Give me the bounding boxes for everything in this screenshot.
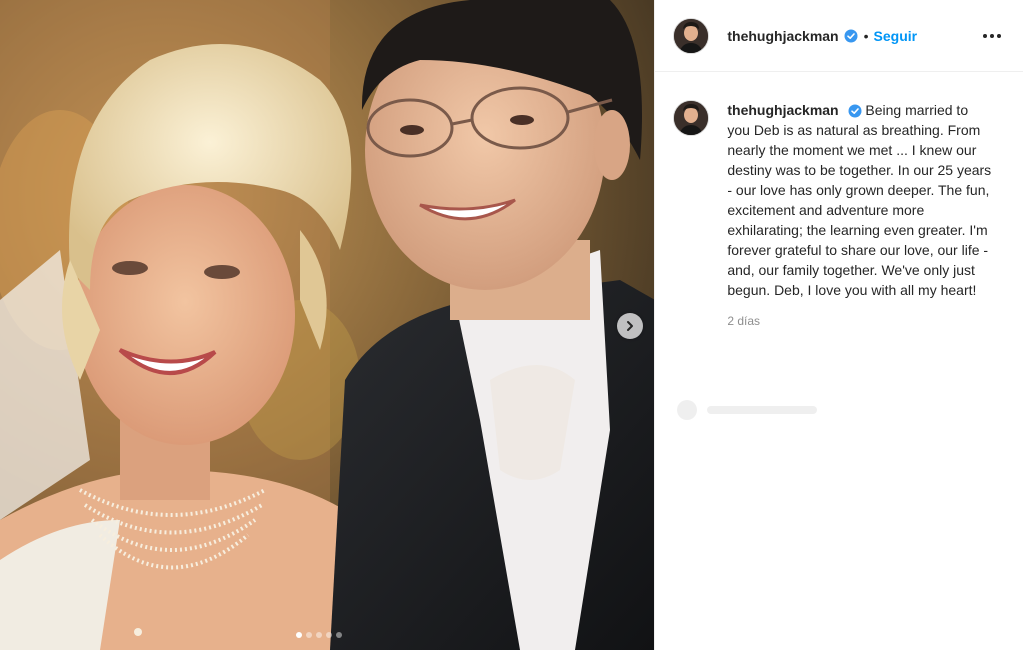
avatar-image [674,18,709,53]
carousel-dot [296,632,302,638]
caption-text: Being married to you Deb is as natural a… [727,102,992,298]
header-username[interactable]: thehughjackman [727,28,838,44]
caption-username[interactable]: thehughjackman [727,102,838,118]
caption-row: thehughjackman Being married to you Deb … [655,72,1023,300]
post-media[interactable] [0,0,655,650]
carousel-indicator [296,632,342,638]
caption-avatar[interactable] [673,100,710,136]
caption: thehughjackman Being married to you Deb … [727,100,991,300]
avatar-image [674,101,709,135]
faded-overlay [677,400,818,420]
ellipsis-icon [983,33,987,38]
verified-badge-icon [844,29,858,43]
carousel-dot [326,632,332,638]
carousel-dot [306,632,312,638]
post-photo [0,0,655,650]
carousel-next-button[interactable] [617,313,643,339]
ellipsis-icon [990,33,994,38]
carousel-dot [336,632,342,638]
post-timestamp[interactable]: 2 días [727,314,1023,328]
carousel-dot [316,632,322,638]
more-options-button[interactable] [979,28,1005,44]
chevron-right-icon [627,321,633,331]
header-separator: • [863,27,869,44]
post-header: thehughjackman • Seguir [655,0,1023,72]
ellipsis-icon [997,33,1001,38]
instagram-post: thehughjackman • Seguir thehughjackman B… [0,0,1023,650]
post-side-panel: thehughjackman • Seguir thehughjackman B… [654,0,1023,650]
follow-button[interactable]: Seguir [874,28,918,44]
verified-badge-icon [848,104,862,118]
avatar[interactable] [673,17,710,54]
